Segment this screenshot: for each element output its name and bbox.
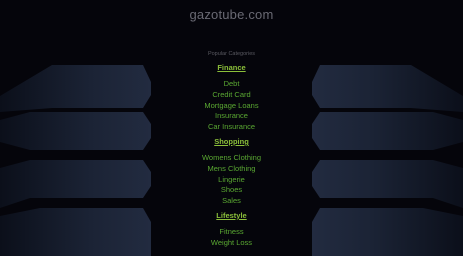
- category-link[interactable]: Lingerie: [180, 175, 283, 186]
- site-title: gazotube.com: [189, 7, 274, 22]
- category-link[interactable]: Fitness: [180, 227, 283, 238]
- category-link[interactable]: Shoes: [180, 185, 283, 196]
- right-decor-shape: [312, 112, 463, 150]
- category-list-shopping: Womens Clothing Mens Clothing Lingerie S…: [180, 153, 283, 207]
- category-link[interactable]: Sales: [180, 196, 283, 207]
- panel-heading: Popular Categories: [207, 51, 256, 57]
- category-link[interactable]: Credit Card: [180, 90, 283, 101]
- category-link[interactable]: Womens Clothing: [180, 153, 283, 164]
- category-link[interactable]: Insurance: [180, 111, 283, 122]
- right-decor-shape: [312, 160, 463, 208]
- category-link[interactable]: Car Insurance: [180, 122, 283, 133]
- category-group-shopping: Shopping Womens Clothing Mens Clothing L…: [180, 137, 283, 207]
- category-link[interactable]: Mens Clothing: [180, 164, 283, 175]
- left-decor-shape: [0, 208, 151, 256]
- category-group-lifestyle: Lifestyle Fitness Weight Loss: [180, 211, 283, 249]
- left-decor-shape: [0, 160, 151, 208]
- category-title-lifestyle[interactable]: Lifestyle: [180, 211, 283, 221]
- category-link[interactable]: Weight Loss: [180, 238, 283, 249]
- category-title-shopping[interactable]: Shopping: [180, 137, 283, 147]
- category-group-finance: Finance Debt Credit Card Mortgage Loans …: [180, 63, 283, 133]
- category-title-finance[interactable]: Finance: [180, 63, 283, 73]
- left-decor-shapes: [0, 65, 151, 256]
- category-list-lifestyle: Fitness Weight Loss: [180, 227, 283, 249]
- category-link[interactable]: Mortgage Loans: [180, 101, 283, 112]
- categories-panel: Popular Categories Finance Debt Credit C…: [180, 50, 283, 249]
- category-list-finance: Debt Credit Card Mortgage Loans Insuranc…: [180, 79, 283, 133]
- category-link[interactable]: Debt: [180, 79, 283, 90]
- left-decor-shape: [0, 112, 151, 150]
- right-decor-shapes: [312, 65, 463, 256]
- left-decor-shape: [0, 65, 151, 112]
- right-decor-shape: [312, 208, 463, 256]
- right-decor-shape: [312, 65, 463, 112]
